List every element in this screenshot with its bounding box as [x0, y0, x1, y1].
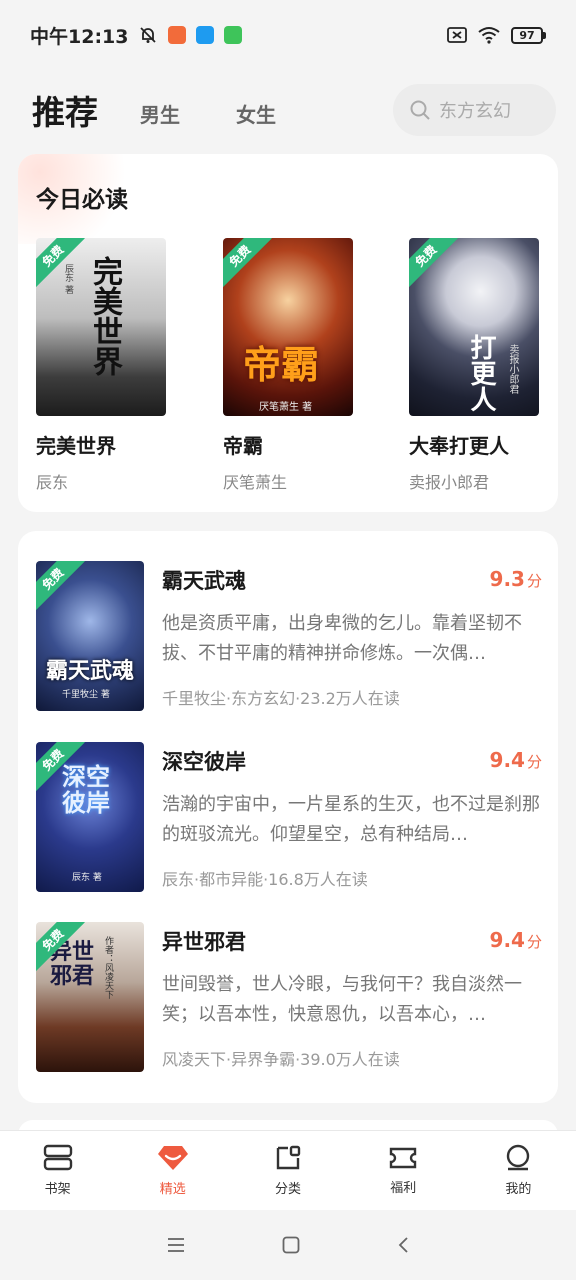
mute-bell-icon	[140, 27, 157, 43]
today-book-item[interactable]: 打更人 卖报小郎君 免费 大奉打更人 卖报小郎君	[409, 238, 558, 493]
book-title: 深空彼岸	[162, 750, 246, 774]
nav-bookshelf[interactable]: 书架	[0, 1131, 115, 1210]
score-value: 9.4	[489, 748, 525, 772]
tool-icon	[224, 26, 243, 44]
nav-label: 书架	[44, 1182, 71, 1197]
search-icon	[410, 100, 430, 120]
book-meta: 风凌天下·异界争霸·39.0万人在读	[162, 1050, 400, 1069]
cover-title: 帝霸	[243, 342, 320, 387]
today-book-item[interactable]: 完美世界 辰东 著 免费 完美世界 辰东	[36, 238, 186, 493]
gem-icon	[157, 1146, 188, 1170]
section-title: 今日必读	[36, 187, 128, 213]
book-cover[interactable]: 霸天武魂 千里牧尘 著 免费	[36, 561, 144, 711]
free-badge: 免费	[36, 238, 85, 288]
cover-author: 千里牧尘 著	[62, 690, 110, 700]
free-badge: 免费	[36, 561, 85, 611]
list-item[interactable]: 霸天武魂 千里牧尘 著 免费 霸天武魂 9.3 分 他是资质平庸，出身卑微的乞儿。…	[36, 561, 542, 711]
search-box[interactable]: 东方玄幻	[393, 84, 556, 136]
book-title: 完美世界	[36, 434, 116, 458]
cover-author: 辰东 著	[72, 873, 102, 883]
book-title: 霸天武魂	[162, 569, 246, 593]
book-cover[interactable]: 深空彼岸 辰东 著 免费	[36, 742, 144, 892]
book-cover[interactable]: 打更人 卖报小郎君 免费	[409, 238, 539, 416]
book-score: 9.4 分	[490, 748, 542, 772]
status-bar: 中午12:13 97	[0, 0, 576, 70]
cover-title: 深空彼岸	[62, 762, 110, 817]
book-author: 卖报小郎君	[409, 473, 490, 492]
battery-level: 97	[511, 26, 543, 44]
nav-category[interactable]: 分类	[230, 1131, 345, 1210]
recommend-list-card: 霸天武魂 千里牧尘 著 免费 霸天武魂 9.3 分 他是资质平庸，出身卑微的乞儿。…	[18, 531, 558, 1103]
book-meta: 千里牧尘·东方玄幻·23.2万人在读	[162, 689, 400, 708]
sim-icon	[447, 27, 467, 43]
book-cover[interactable]: 异世邪君 作者：风凌天下 免费	[36, 922, 144, 1072]
free-badge: 免费	[409, 238, 458, 288]
menu-icon[interactable]	[166, 1237, 186, 1253]
upload-icon	[196, 26, 215, 44]
back-icon[interactable]	[396, 1236, 410, 1254]
cover-author: 厌笔萧生 著	[259, 402, 313, 413]
home-icon[interactable]	[282, 1236, 300, 1254]
nav-label: 精选	[159, 1182, 186, 1197]
wifi-icon	[478, 27, 500, 44]
top-header: 推荐 男生 女生 东方玄幻	[0, 70, 576, 150]
book-score: 9.4 分	[490, 928, 542, 952]
book-author: 辰东	[36, 473, 69, 492]
nav-profile[interactable]: 我的	[461, 1131, 576, 1210]
nav-label: 我的	[505, 1182, 532, 1197]
nav-label: 分类	[275, 1182, 302, 1197]
app-notification-icon	[168, 26, 187, 44]
status-icons	[138, 25, 243, 45]
tab-female[interactable]: 女生	[236, 99, 276, 128]
cover-title: 完美世界	[87, 256, 122, 376]
book-title: 大奉打更人	[409, 434, 509, 458]
tab-male[interactable]: 男生	[140, 99, 180, 128]
cover-title: 霸天武魂	[46, 658, 135, 684]
book-author: 厌笔萧生	[223, 473, 288, 492]
category-icon	[276, 1145, 301, 1170]
score-unit: 分	[526, 933, 542, 951]
score-unit: 分	[526, 572, 542, 590]
nav-label: 福利	[390, 1181, 417, 1196]
score-value: 9.4	[489, 928, 525, 952]
profile-icon	[507, 1144, 530, 1171]
cover-author: 辰东 著	[63, 264, 73, 294]
score-value: 9.3	[489, 567, 525, 591]
book-description: 世间毁誉，世人冷眼，与我何干？我自淡然一笑；以吾本性，快意恩仇，以吾本心，…	[162, 974, 522, 1025]
bottom-nav: 书架 精选 分类 福利 我的	[0, 1130, 576, 1210]
today-book-item[interactable]: 帝霸 厌笔萧生 著 免费 帝霸 厌笔萧生	[223, 238, 373, 493]
list-item[interactable]: 异世邪君 作者：风凌天下 免费 异世邪君 9.4 分 世间毁誉，世人冷眼，与我何干…	[36, 922, 542, 1072]
today-must-read-card: 今日必读 完美世界 辰东 著 免费 完美世界 辰东 帝霸 厌笔萧生 著 免费 帝…	[18, 154, 558, 512]
book-title: 异世邪君	[162, 930, 246, 954]
book-description: 浩瀚的宇宙中，一片星系的生灭，也不过是刹那的斑驳流光。仰望星空，总有种结局…	[162, 794, 540, 845]
nav-featured[interactable]: 精选	[115, 1131, 230, 1210]
system-nav-bar	[0, 1210, 576, 1280]
nav-welfare[interactable]: 福利	[346, 1131, 461, 1210]
tab-recommend[interactable]: 推荐	[32, 86, 98, 134]
cover-title: 打更人	[466, 334, 496, 412]
list-item[interactable]: 深空彼岸 辰东 著 免费 深空彼岸 9.4 分 浩瀚的宇宙中，一片星系的生灭，也不…	[36, 742, 542, 892]
book-cover[interactable]: 完美世界 辰东 著 免费	[36, 238, 166, 416]
status-time: 中午12:13	[30, 25, 129, 48]
score-unit: 分	[526, 753, 542, 771]
ticket-icon	[390, 1147, 417, 1169]
cover-author: 作者：风凌天下	[103, 936, 113, 999]
battery-icon: 97	[511, 26, 546, 44]
book-score: 9.3 分	[490, 567, 542, 591]
book-title: 帝霸	[223, 434, 263, 458]
free-badge: 免费	[223, 238, 272, 288]
cover-author: 卖报小郎君	[507, 344, 518, 394]
book-description: 他是资质平庸，出身卑微的乞儿。靠着坚韧不拔、不甘平庸的精神拼命修炼。一次偶…	[162, 613, 522, 664]
book-meta: 辰东·都市异能·16.8万人在读	[162, 870, 368, 889]
bookshelf-icon	[43, 1144, 72, 1171]
search-placeholder: 东方玄幻	[439, 101, 511, 122]
book-cover[interactable]: 帝霸 厌笔萧生 著 免费	[223, 238, 353, 416]
